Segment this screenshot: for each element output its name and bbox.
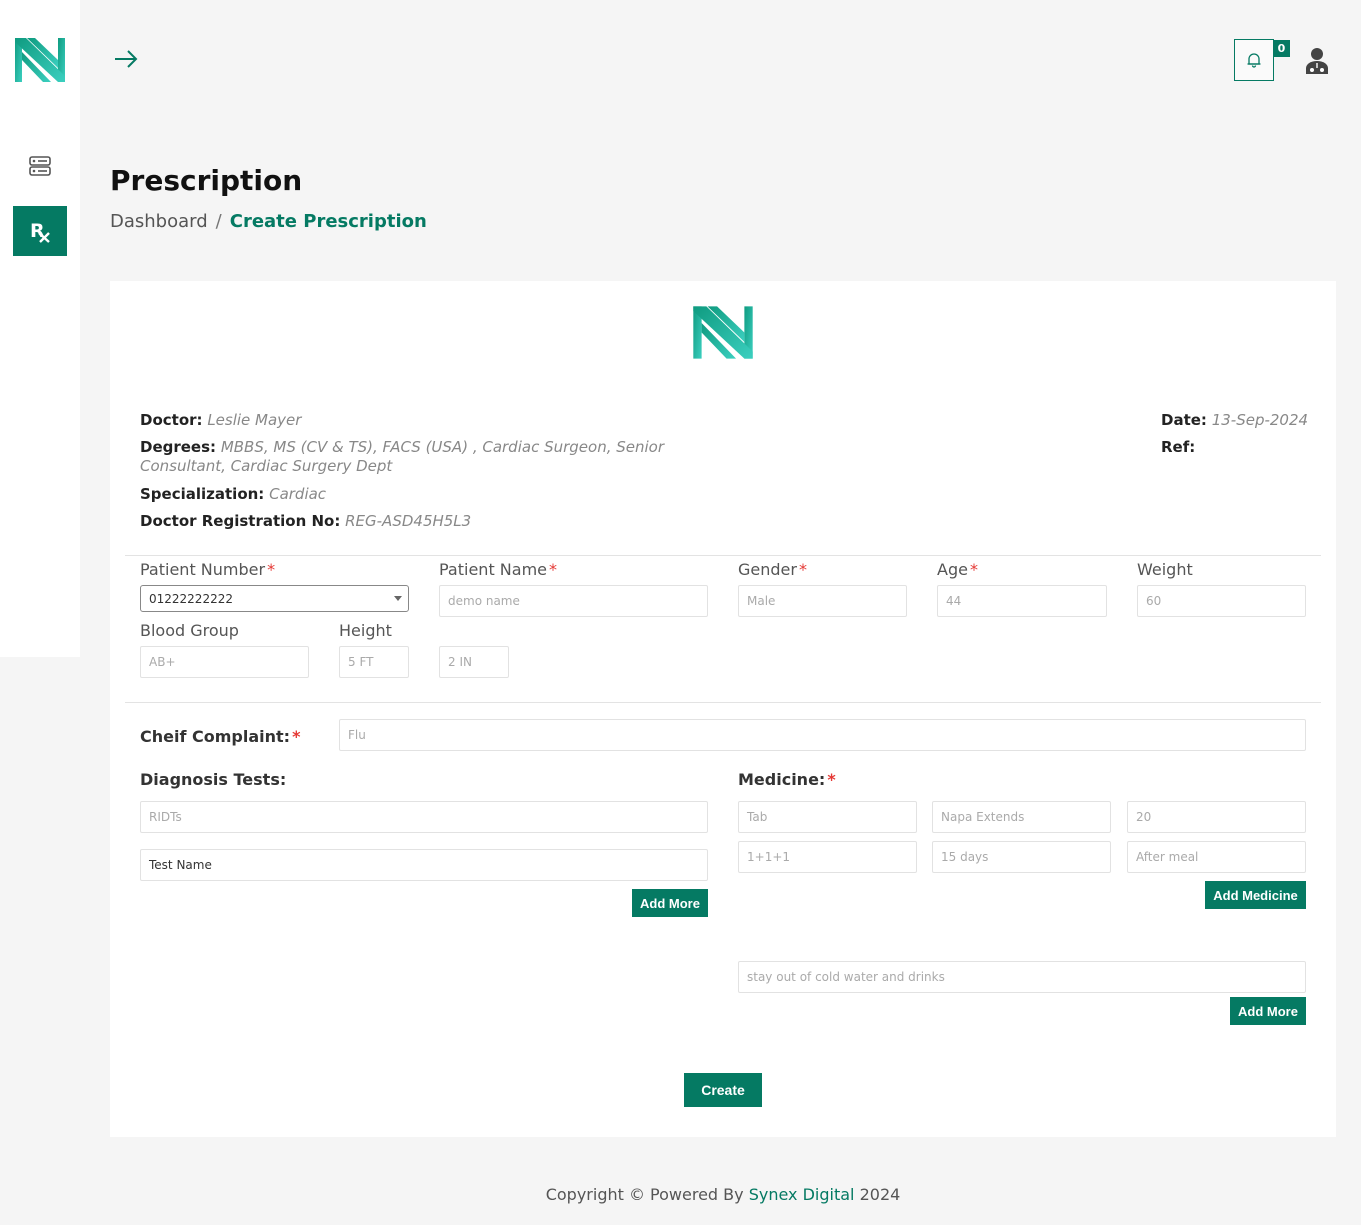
registration-label: Doctor Registration No: — [140, 512, 341, 530]
medicine-duration-field[interactable]: 15 days — [932, 841, 1111, 873]
create-button[interactable]: Create — [684, 1073, 762, 1107]
page-title: Prescription — [110, 164, 303, 197]
gender-label: Gender * — [738, 560, 807, 579]
doctor-avatar-icon[interactable] — [1304, 46, 1330, 76]
sidebar-item-list[interactable] — [13, 141, 67, 191]
blood-group-label: Blood Group — [140, 621, 239, 640]
patient-number-select[interactable]: 01222222222 — [140, 585, 409, 612]
specialization-label: Specialization: — [140, 485, 265, 503]
logo-icon[interactable] — [13, 36, 67, 84]
medicine-dose-field[interactable]: 1+1+1 — [738, 841, 917, 873]
footer-year: 2024 — [859, 1185, 901, 1204]
divider — [125, 555, 1321, 556]
add-more-tests-button[interactable]: Add More — [632, 889, 708, 917]
sidebar: R — [0, 0, 80, 657]
diagnosis-tests-label: Diagnosis Tests: — [140, 770, 287, 789]
advice-field[interactable]: stay out of cold water and drinks — [738, 961, 1306, 993]
diagnosis-test-field[interactable]: RIDTs — [140, 801, 708, 833]
add-medicine-button[interactable]: Add Medicine — [1205, 881, 1306, 909]
breadcrumb-current: Create Prescription — [229, 211, 427, 232]
patient-number-label: Patient Number * — [140, 560, 276, 579]
age-label: Age * — [937, 560, 978, 579]
doctor-name-row: Doctor: Leslie Mayer — [140, 411, 301, 429]
height-inches-field[interactable]: 2 IN — [439, 646, 509, 678]
chief-complaint-label: Cheif Complaint: * — [140, 727, 301, 746]
specialization-value: Cardiac — [269, 485, 327, 503]
doctor-degrees-row: Degrees: MBBS, MS (CV & TS), FACS (USA) … — [140, 438, 700, 476]
notifications-button[interactable] — [1234, 39, 1274, 81]
date-row: Date: 13-Sep-2024 — [1161, 411, 1308, 429]
doctor-name-label: Doctor: — [140, 411, 203, 429]
footer: Copyright © Powered By Synex Digital 202… — [0, 1185, 1361, 1204]
date-value: 13-Sep-2024 — [1211, 411, 1309, 429]
patient-name-field[interactable]: demo name — [439, 585, 708, 617]
medicine-quantity-field[interactable]: 20 — [1127, 801, 1306, 833]
patient-name-label: Patient Name * — [439, 560, 557, 579]
medicine-label: Medicine: * — [738, 770, 836, 789]
degrees-line-1: MBBS, MS (CV & TS), FACS (USA) , Cardiac… — [220, 438, 665, 456]
divider — [125, 702, 1321, 703]
medicine-name-field[interactable]: Napa Extends — [932, 801, 1111, 833]
gender-field[interactable]: Male — [738, 585, 907, 617]
footer-prefix: Copyright © Powered By — [545, 1185, 744, 1204]
sidebar-item-prescription[interactable]: R — [13, 206, 67, 256]
notification-count-badge: 0 — [1273, 40, 1290, 57]
medicine-timing-field[interactable]: After meal — [1127, 841, 1306, 873]
degrees-label: Degrees: — [140, 438, 217, 456]
rx-icon: R — [30, 220, 50, 243]
age-field[interactable]: 44 — [937, 585, 1107, 617]
registration-value: REG-ASD45H5L3 — [345, 512, 472, 530]
ref-label: Ref: — [1161, 438, 1196, 456]
blood-group-field[interactable]: AB+ — [140, 646, 309, 678]
ref-row: Ref: — [1161, 438, 1195, 456]
height-feet-field[interactable]: 5 FT — [339, 646, 409, 678]
height-label: Height — [339, 621, 392, 640]
weight-label: Weight — [1137, 560, 1193, 579]
breadcrumb: Dashboard / Create Prescription — [110, 211, 427, 232]
prescription-form-card: Doctor: Leslie Mayer Degrees: MBBS, MS (… — [110, 281, 1336, 1137]
footer-brand-link[interactable]: Synex Digital — [749, 1185, 855, 1204]
registration-row: Doctor Registration No: REG-ASD45H5L3 — [140, 512, 471, 530]
specialization-row: Specialization: Cardiac — [140, 485, 326, 503]
list-icon — [29, 156, 51, 176]
test-name-input[interactable]: Test Name — [140, 849, 708, 881]
degrees-line-2: Consultant, Cardiac Surgery Dept — [140, 457, 393, 475]
weight-field[interactable]: 60 — [1137, 585, 1306, 617]
date-label: Date: — [1161, 411, 1207, 429]
chief-complaint-field[interactable]: Flu — [339, 719, 1306, 751]
chevron-down-icon — [394, 596, 402, 601]
brand-logo-icon — [690, 304, 756, 361]
breadcrumb-dashboard[interactable]: Dashboard — [110, 211, 208, 232]
breadcrumb-separator: / — [215, 211, 222, 232]
bell-icon — [1247, 53, 1261, 68]
medicine-type-field[interactable]: Tab — [738, 801, 917, 833]
expand-sidebar-arrow-icon[interactable] — [113, 47, 139, 71]
add-more-advice-button[interactable]: Add More — [1230, 997, 1306, 1025]
doctor-name: Leslie Mayer — [207, 411, 302, 429]
